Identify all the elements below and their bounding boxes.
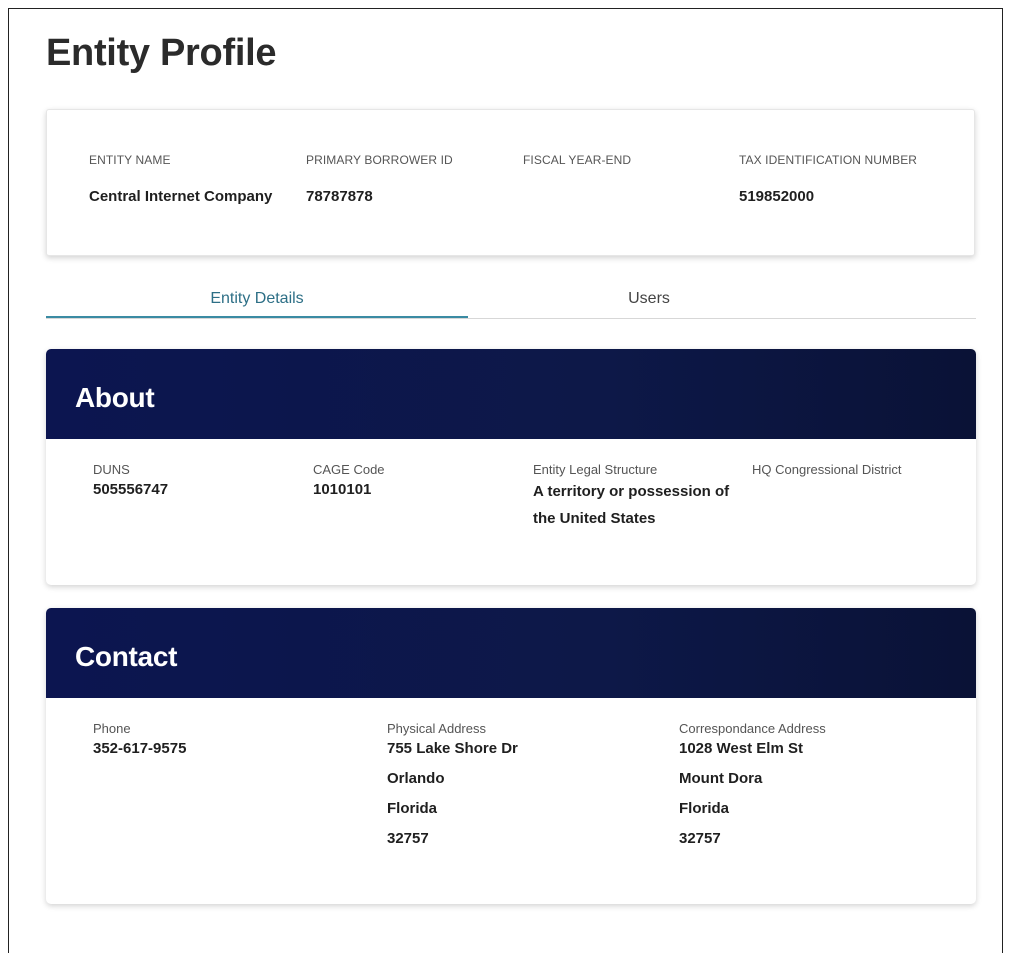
- correspondence-address-line: Florida: [679, 800, 730, 817]
- phone-value: 352-617-9575: [93, 740, 187, 757]
- hq-congressional-district-field: HQ Congressional District: [752, 462, 902, 480]
- entity-legal-structure-line: the United States: [533, 510, 656, 527]
- phone-field: Phone 352-617-9575: [93, 721, 186, 759]
- page-title: Entity Profile: [46, 32, 277, 74]
- entity-name-value: Central Internet Company: [89, 188, 273, 205]
- physical-address-line: Florida: [387, 800, 438, 817]
- contact-title: Contact: [75, 641, 178, 672]
- physical-address-line: 32757: [387, 830, 429, 847]
- tab-users[interactable]: Users: [468, 285, 830, 318]
- fiscal-year-end-field: FISCAL YEAR-END: [523, 153, 631, 188]
- correspondence-address-line: 32757: [679, 830, 721, 847]
- physical-address-field: Physical Address 755 Lake Shore Dr Orlan…: [387, 721, 518, 854]
- cage-code-label: CAGE Code: [313, 462, 385, 477]
- correspondence-address-line: 1028 West Elm St: [679, 740, 803, 757]
- entity-legal-structure-label: Entity Legal Structure: [533, 462, 658, 477]
- cage-code-value: 1010101: [313, 481, 372, 498]
- primary-borrower-id-label: PRIMARY BORROWER ID: [306, 153, 453, 167]
- duns-value: 505556747: [93, 481, 169, 498]
- contact-header: Contact: [46, 608, 976, 698]
- entity-legal-structure-field: Entity Legal Structure A territory or po…: [533, 462, 729, 534]
- entity-legal-structure-line: A territory or possession of: [533, 483, 730, 500]
- duns-label: DUNS: [93, 462, 130, 477]
- tax-id-field: TAX IDENTIFICATION NUMBER 519852000: [739, 153, 917, 205]
- entity-legal-structure-value: A territory or possession of the United …: [533, 477, 729, 534]
- about-header: About: [46, 349, 976, 439]
- contact-section: Contact Phone 352-617-9575 Physical Addr…: [46, 608, 976, 904]
- hq-congressional-district-label: HQ Congressional District: [752, 462, 902, 477]
- about-section: About DUNS 505556747 CAGE Code 1010101 E…: [46, 349, 976, 585]
- entity-summary-card: ENTITY NAME Central Internet Company PRI…: [46, 109, 975, 256]
- tax-id-value: 519852000: [739, 188, 815, 205]
- primary-borrower-id-field: PRIMARY BORROWER ID 78787878: [306, 153, 453, 205]
- tab-entity-details[interactable]: Entity Details: [46, 285, 468, 318]
- cage-code-field: CAGE Code 1010101: [313, 462, 385, 500]
- duns-field: DUNS 505556747: [93, 462, 168, 500]
- tax-id-label: TAX IDENTIFICATION NUMBER: [739, 153, 918, 167]
- profile-tabs: Entity Details Users: [46, 285, 976, 319]
- physical-address-line: 755 Lake Shore Dr: [387, 740, 518, 757]
- correspondence-address-field: Correspondance Address 1028 West Elm St …: [679, 721, 826, 854]
- primary-borrower-id-value: 78787878: [306, 188, 373, 205]
- about-title: About: [75, 382, 155, 413]
- entity-name-field: ENTITY NAME Central Internet Company: [89, 153, 272, 205]
- fiscal-year-end-label: FISCAL YEAR-END: [523, 153, 632, 167]
- entity-name-label: ENTITY NAME: [89, 153, 171, 167]
- physical-address-value: 755 Lake Shore Dr Orlando Florida 32757: [387, 734, 518, 854]
- phone-label: Phone: [93, 721, 131, 736]
- correspondence-address-value: 1028 West Elm St Mount Dora Florida 3275…: [679, 734, 826, 854]
- physical-address-line: Orlando: [387, 770, 445, 787]
- correspondence-address-line: Mount Dora: [679, 770, 763, 787]
